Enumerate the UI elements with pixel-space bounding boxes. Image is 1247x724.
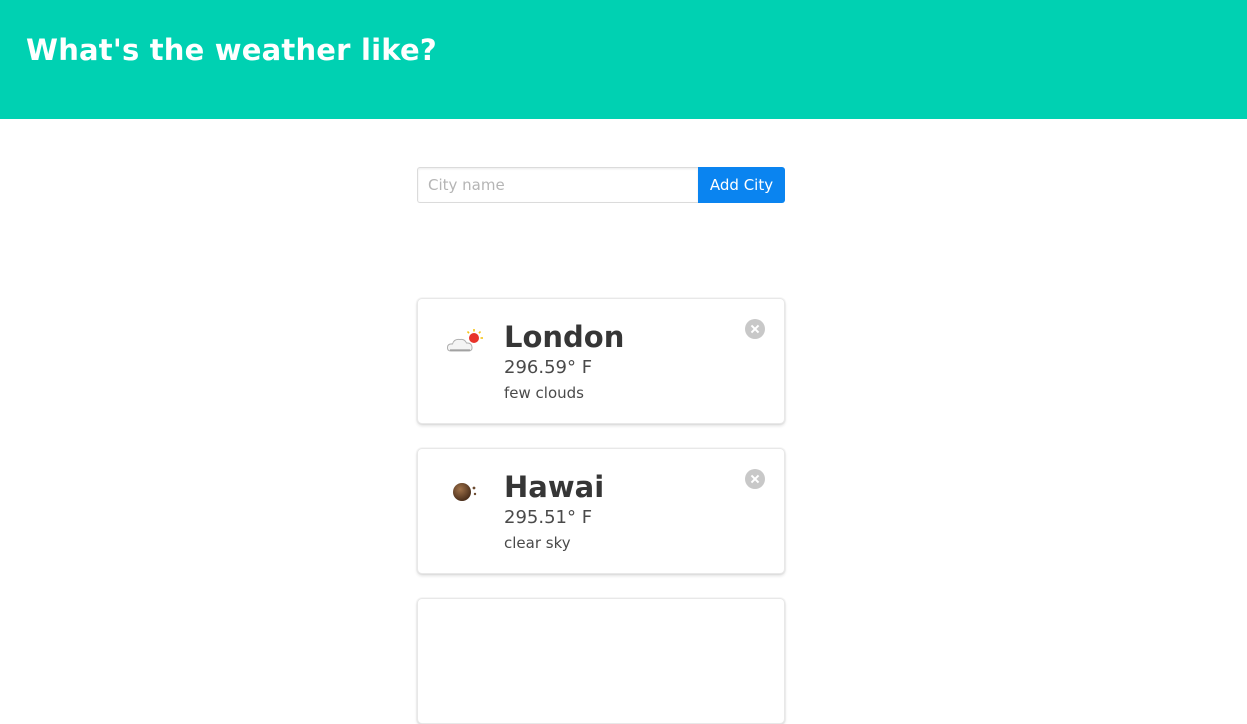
city-temperature: 295.51° F: [504, 507, 593, 528]
weather-description: clear sky: [504, 534, 571, 552]
city-card-hawai: Hawai 295.51° F clear sky: [417, 448, 785, 574]
remove-city-button[interactable]: [745, 319, 765, 339]
header-banner: What's the weather like?: [0, 0, 1247, 119]
city-name: London: [504, 320, 625, 354]
city-card-partial: [417, 598, 785, 724]
add-city-button[interactable]: Add City: [698, 167, 785, 203]
remove-city-button[interactable]: [745, 469, 765, 489]
few-clouds-icon: [445, 327, 485, 357]
page-title: What's the weather like?: [26, 33, 437, 67]
add-city-form: Add City: [417, 167, 785, 203]
city-name: Hawai: [504, 470, 605, 504]
city-name-input[interactable]: [417, 167, 698, 203]
city-temperature: 296.59° F: [504, 357, 593, 378]
weather-description: few clouds: [504, 384, 584, 402]
city-card-london: London 296.59° F few clouds: [417, 298, 785, 424]
clear-sky-night-icon: [445, 477, 485, 507]
